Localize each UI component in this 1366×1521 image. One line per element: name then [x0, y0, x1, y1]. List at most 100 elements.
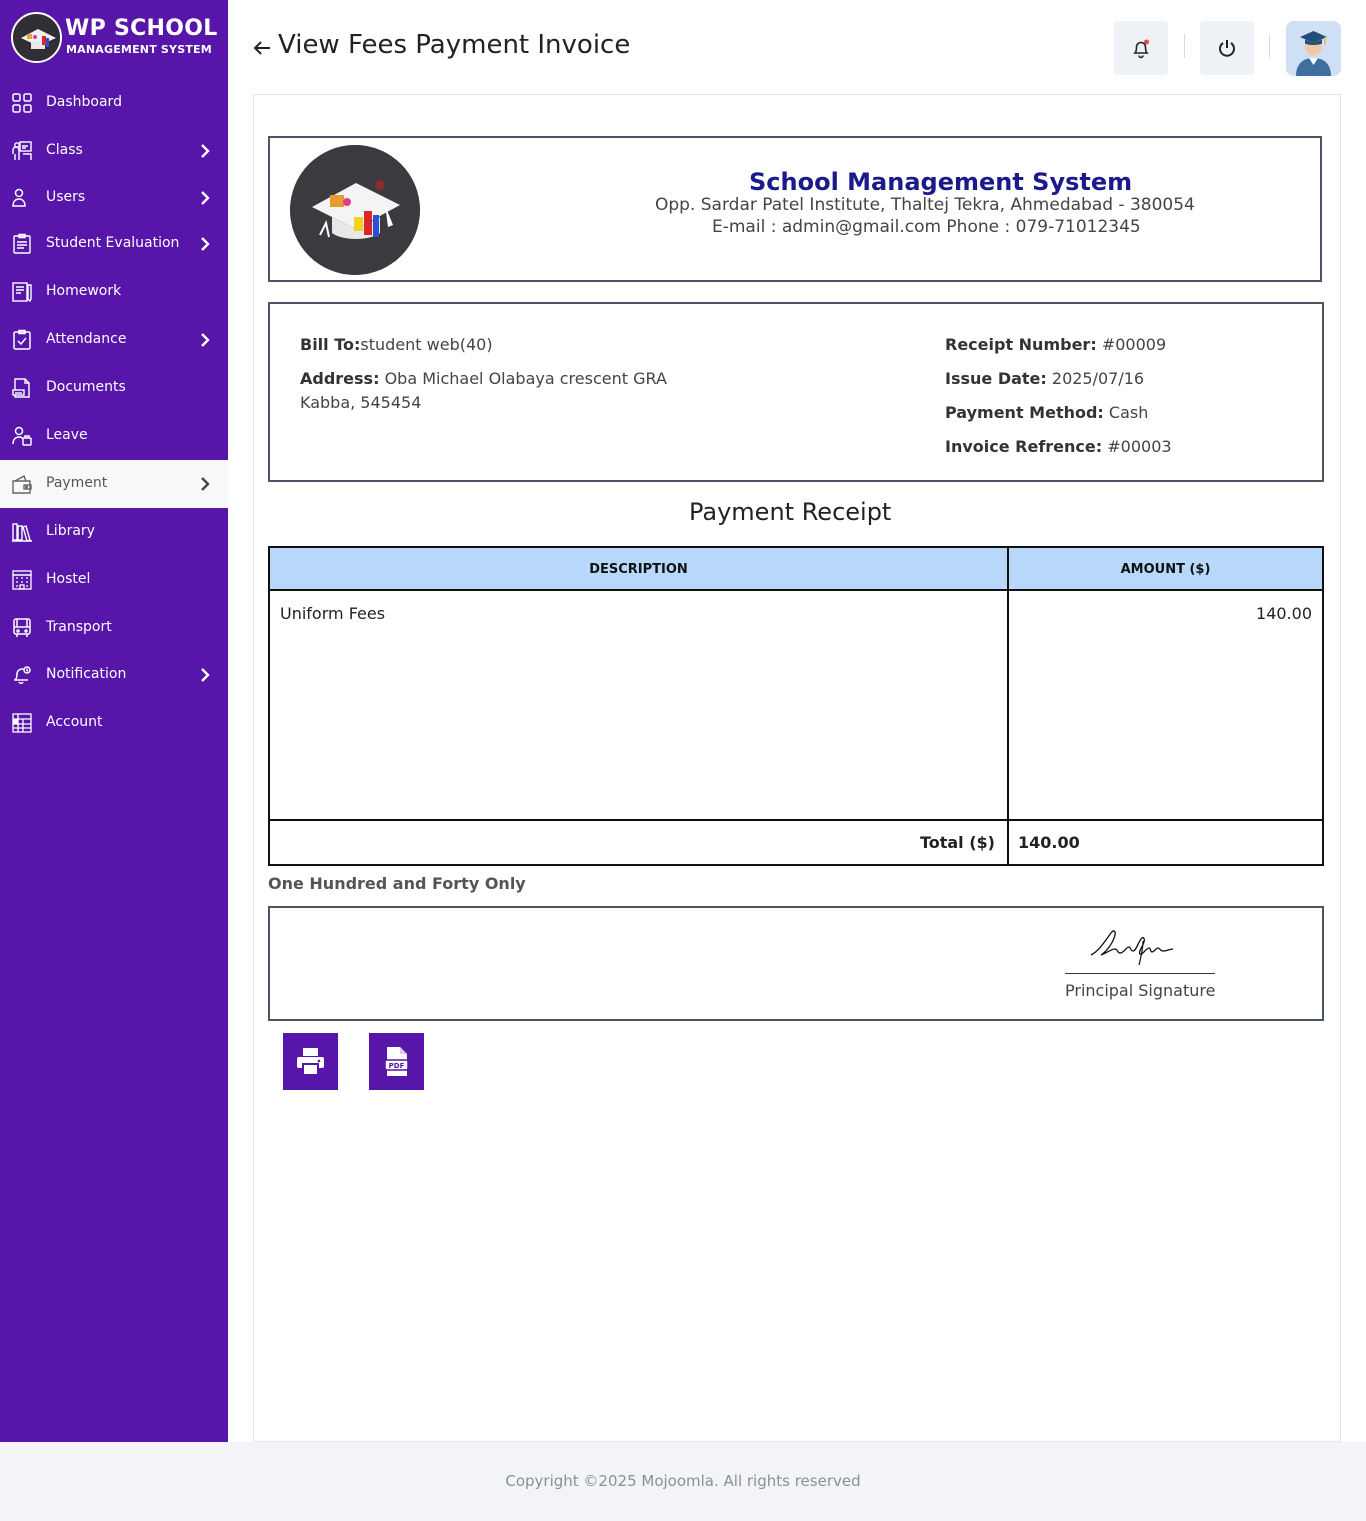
- sidebar-item-notification[interactable]: Notification: [0, 651, 228, 699]
- print-button[interactable]: [283, 1033, 338, 1090]
- avatar[interactable]: [1286, 21, 1341, 76]
- sidebar-item-label: Account: [46, 714, 103, 730]
- pdf-icon: PDF: [384, 1047, 409, 1076]
- table-cell-amount: 140.00: [1256, 604, 1312, 623]
- homework-icon: [11, 281, 33, 303]
- evaluation-icon: [11, 233, 33, 255]
- library-icon: [11, 521, 33, 543]
- class-icon: [11, 140, 33, 162]
- sidebar-item-student-evaluation[interactable]: Student Evaluation: [0, 220, 228, 268]
- graduate-avatar-icon: [1286, 21, 1341, 76]
- receipt-number-label: Receipt Number:: [945, 335, 1097, 354]
- sidebar-item-users[interactable]: Users: [0, 174, 228, 222]
- payment-method-label: Payment Method:: [945, 403, 1104, 422]
- dashboard-icon: [11, 92, 33, 114]
- sidebar-item-label: Transport: [46, 619, 112, 635]
- total-label: Total ($): [919, 833, 995, 852]
- receipt-title: Payment Receipt: [689, 498, 892, 526]
- invoice-reference-value: #00003: [1107, 437, 1172, 456]
- school-name: School Management System: [749, 168, 1133, 196]
- sidebar-item-label: Student Evaluation: [46, 235, 180, 251]
- brand-title: WP SCHOOL: [65, 16, 218, 41]
- school-contact: E-mail : admin@gmail.com Phone : 079-710…: [712, 217, 1141, 237]
- chevron-right-icon: [198, 142, 212, 160]
- column-divider: [1007, 548, 1009, 864]
- address-line1: Oba Michael Olabaya crescent GRA: [384, 369, 667, 388]
- bell-icon: [11, 664, 33, 686]
- payment-method: Payment Method: Cash: [945, 403, 1148, 422]
- bill-to: Bill To:student web(40): [300, 335, 493, 354]
- print-icon: [297, 1048, 324, 1076]
- receipt-number: Receipt Number: #00009: [945, 335, 1166, 354]
- sidebar-item-label: Hostel: [46, 571, 91, 587]
- pdf-button[interactable]: PDF: [369, 1033, 424, 1090]
- leave-icon: [11, 425, 33, 447]
- bill-to-label: Bill To:: [300, 335, 361, 354]
- sidebar-item-leave[interactable]: Leave: [0, 412, 228, 460]
- invoice-reference-label: Invoice Refrence:: [945, 437, 1103, 456]
- sidebar-item-library[interactable]: Library: [0, 508, 228, 556]
- wallet-icon: [11, 473, 33, 495]
- page-title: View Fees Payment Invoice: [278, 30, 631, 60]
- address-label: Address:: [300, 369, 380, 388]
- sidebar-item-documents[interactable]: Documents: [0, 364, 228, 412]
- bus-icon: [11, 617, 33, 639]
- chevron-right-icon: [198, 235, 212, 253]
- table-header-amount: AMOUNT ($): [1009, 548, 1322, 591]
- amount-in-words: One Hundred and Forty Only: [268, 874, 526, 893]
- sidebar-item-payment[interactable]: Payment: [0, 460, 228, 508]
- header-divider: [1269, 34, 1270, 58]
- signature-image: [1085, 917, 1195, 972]
- sidebar-item-attendance[interactable]: Attendance: [0, 316, 228, 364]
- signature-line: [1065, 973, 1215, 974]
- sidebar-item-label: Leave: [46, 427, 88, 443]
- bill-to-value: student web(40): [360, 335, 493, 354]
- school-address: Opp. Sardar Patel Institute, Thaltej Tek…: [655, 195, 1195, 215]
- row-divider: [270, 819, 1322, 821]
- sidebar-item-hostel[interactable]: Hostel: [0, 556, 228, 604]
- invoice-reference: Invoice Refrence: #00003: [945, 437, 1172, 456]
- signature-label: Principal Signature: [1065, 981, 1216, 1000]
- address: Address: Oba Michael Olabaya crescent GR…: [300, 369, 667, 388]
- brand-logo-icon: [11, 12, 62, 63]
- payment-method-value: Cash: [1108, 403, 1149, 422]
- sidebar-item-label: Homework: [46, 283, 122, 299]
- power-icon: [1219, 40, 1235, 57]
- document-icon: [11, 377, 33, 399]
- issue-date-label: Issue Date:: [945, 369, 1047, 388]
- sidebar-item-homework[interactable]: Homework: [0, 268, 228, 316]
- sidebar-item-label: Payment: [46, 475, 108, 491]
- receipt-table: DESCRIPTION AMOUNT ($) Uniform Fees 140.…: [268, 546, 1324, 866]
- sidebar-item-transport[interactable]: Transport: [0, 604, 228, 652]
- footer-copyright: Copyright ©2025 Mojoomla. All rights res…: [505, 1472, 861, 1490]
- sidebar-item-label: Dashboard: [46, 94, 122, 110]
- table-header-description: DESCRIPTION: [270, 548, 1007, 591]
- svg-text:PDF: PDF: [389, 1062, 405, 1070]
- account-icon: [11, 712, 33, 734]
- hostel-icon: [11, 569, 33, 591]
- brand-subtitle: MANAGEMENT SYSTEM: [66, 43, 212, 56]
- sidebar-item-label: Users: [46, 189, 86, 205]
- back-arrow-icon[interactable]: [251, 37, 273, 59]
- sidebar-item-label: Library: [46, 523, 95, 539]
- sidebar-item-class[interactable]: Class: [0, 127, 228, 175]
- issue-date: Issue Date: 2025/07/16: [945, 369, 1144, 388]
- total-value: 140.00: [1018, 833, 1080, 852]
- notification-button[interactable]: [1114, 21, 1168, 75]
- sidebar-item-label: Class: [46, 142, 83, 158]
- chevron-right-icon: [198, 331, 212, 349]
- user-icon: [11, 187, 33, 209]
- header-divider: [1184, 34, 1185, 58]
- chevron-right-icon: [198, 666, 212, 684]
- logout-button[interactable]: [1200, 21, 1254, 75]
- sidebar-item-dashboard[interactable]: Dashboard: [0, 79, 228, 127]
- sidebar-item-label: Attendance: [46, 331, 127, 347]
- attendance-icon: [11, 329, 33, 351]
- sidebar-item-account[interactable]: Account: [0, 699, 228, 747]
- chevron-right-icon: [198, 475, 212, 493]
- brand[interactable]: WP SCHOOL MANAGEMENT SYSTEM: [11, 12, 221, 64]
- sidebar-item-label: Notification: [46, 666, 127, 682]
- bell-icon: [1133, 39, 1149, 59]
- receipt-number-value: #00009: [1101, 335, 1167, 354]
- table-cell-description: Uniform Fees: [280, 604, 386, 623]
